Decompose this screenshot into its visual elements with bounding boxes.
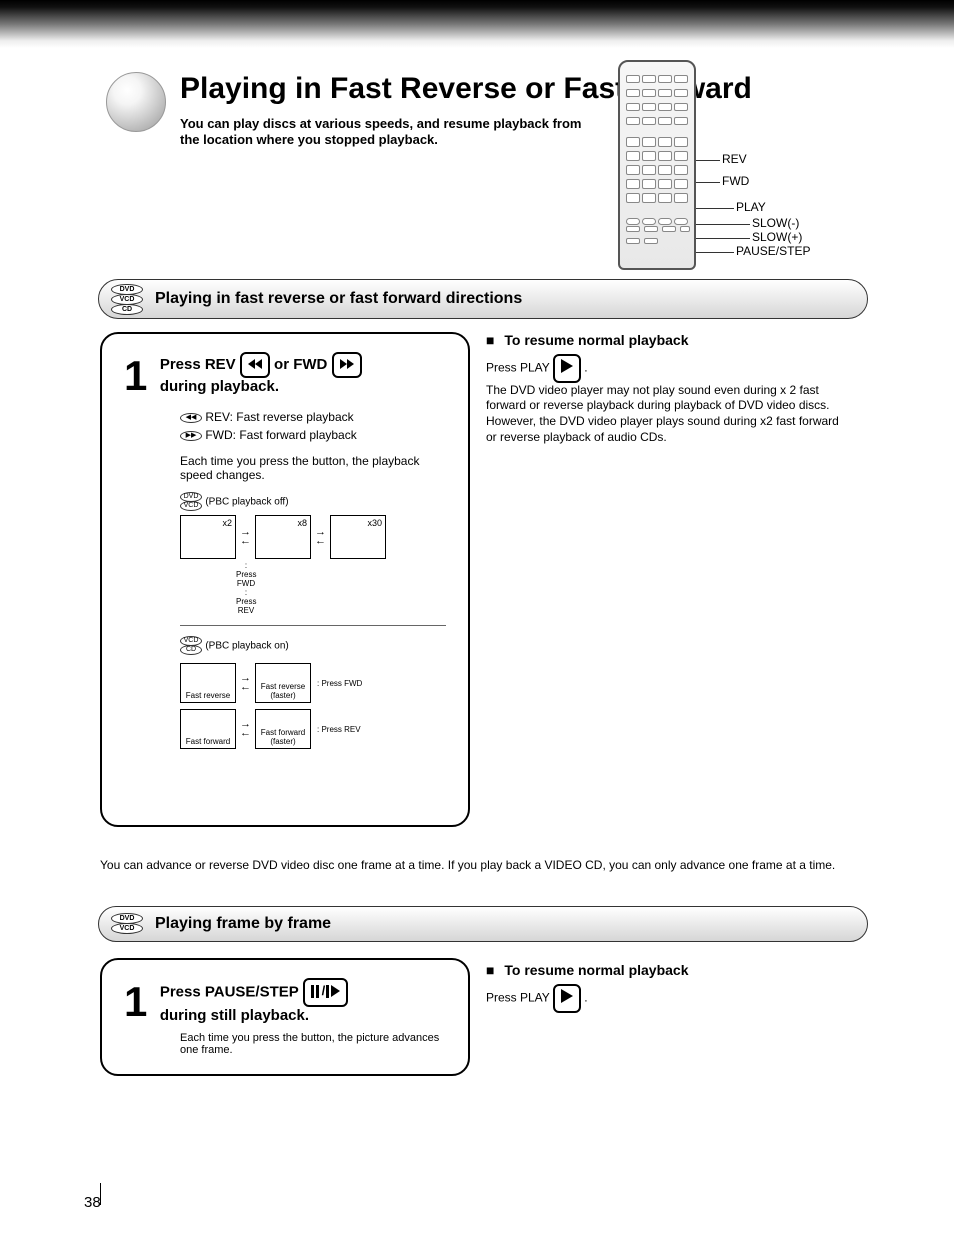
section-bar-fast: DVD VCD CD Playing in fast reverse or fa…	[98, 279, 868, 319]
leader-line	[696, 238, 750, 239]
frame-intro: You can advance or reverse DVD video dis…	[100, 858, 860, 874]
side-note-resume-1: ■ To resume normal playback Press PLAY .…	[486, 332, 846, 445]
speed-arrows: →←	[240, 528, 251, 546]
sub-box-frf: Fast reverse (faster)	[255, 663, 311, 703]
speed-arrows: →←	[315, 528, 326, 546]
step-number: 1	[124, 352, 147, 400]
pbc-off-label: (PBC playback off)	[205, 497, 288, 508]
leader-line	[696, 160, 720, 161]
page-rule	[100, 1183, 101, 1205]
press-rev-label: : Press REV	[236, 588, 256, 615]
disc-stack-vcdcd: VCD CD	[180, 636, 202, 655]
speed-box-row: x2 →← x8 →← x30	[180, 515, 446, 559]
sub-box-fr: Fast reverse	[180, 663, 236, 703]
step-number-2: 1	[124, 978, 147, 1026]
disc-vcd: VCD	[111, 923, 143, 934]
section-title-fast: Playing in fast reverse or fast forward …	[155, 290, 522, 308]
rev-button-icon	[240, 352, 270, 378]
page-number: 38	[84, 1194, 101, 1211]
speed-box-x8: x8	[255, 515, 311, 559]
sub-box-ff: Fast forward	[180, 709, 236, 749]
remote-illustration	[618, 60, 696, 270]
play-button-icon	[553, 354, 581, 383]
speed-intro: Each time you press the button, the play…	[180, 454, 446, 482]
fwd-icon-small: ▶▶	[180, 431, 202, 441]
remote-label-slow-down: SLOW(-)	[752, 216, 799, 230]
sub-box-fff: Fast forward (faster)	[255, 709, 311, 749]
step-box-frame: 1 Press PAUSE/STEP / during still playba…	[100, 958, 470, 1076]
speed-box-x2: x2	[180, 515, 236, 559]
leader-line	[696, 182, 720, 183]
top-gradient-bar	[0, 0, 954, 48]
play-button-icon	[553, 984, 581, 1013]
step-text: Press REV or FWD during playback.	[160, 352, 362, 397]
speed-box-x30: x30	[330, 515, 386, 559]
side-note-heading: To resume normal playback	[504, 332, 688, 348]
pbc-on-label: (PBC playback on)	[205, 641, 288, 652]
remote-label-play: PLAY	[736, 200, 766, 214]
leader-line	[696, 224, 750, 225]
step-text-2: Press PAUSE/STEP / during still playback…	[160, 978, 348, 1026]
section-bar-frame: DVD VCD Playing frame by frame	[98, 906, 868, 942]
disc-stack-dvdvcd: DVD VCD	[180, 492, 202, 511]
fwd-button-icon	[332, 352, 362, 378]
disc-stack-2: DVD VCD	[111, 913, 143, 934]
bullet-icon: ■	[486, 332, 494, 348]
sphere-decor	[106, 72, 166, 132]
step2-note: Each time you press the button, the pict…	[180, 1032, 446, 1056]
remote-label-rev: REV	[722, 152, 747, 166]
rev-icon-small: ◀◀	[180, 413, 202, 423]
side-note-heading-2: To resume normal playback	[504, 962, 688, 978]
side-note-body-2: .	[584, 991, 587, 1005]
remote-label-fwd: FWD	[722, 174, 749, 188]
side-note-resume-2: ■ To resume normal playback Press PLAY .	[486, 962, 689, 1013]
press-fwd-label: : Press FWD	[317, 679, 362, 688]
remote-label-slow-up: SLOW(+)	[752, 230, 802, 244]
page-subtitle: You can play discs at various speeds, an…	[180, 116, 600, 147]
bullet-icon: ■	[486, 962, 494, 978]
disc-stack: DVD VCD CD	[111, 284, 143, 315]
section-title-frame: Playing frame by frame	[155, 915, 331, 933]
leader-line	[696, 252, 734, 253]
press-rev-label: : Press REV	[317, 725, 361, 734]
leader-line	[696, 208, 734, 209]
rev-expl: ◀◀ REV: Fast reverse playback	[180, 410, 446, 424]
disc-cd: CD	[111, 304, 143, 315]
fwd-expl: ▶▶ FWD: Fast forward playback	[180, 428, 446, 442]
press-fwd-label: : Press FWD	[236, 561, 256, 588]
remote-label-pause-step: PAUSE/STEP	[736, 244, 810, 258]
pause-step-button-icon: /	[303, 978, 349, 1007]
step-box-fast: 1 Press REV or FWD during playback. ◀◀ R…	[100, 332, 470, 827]
